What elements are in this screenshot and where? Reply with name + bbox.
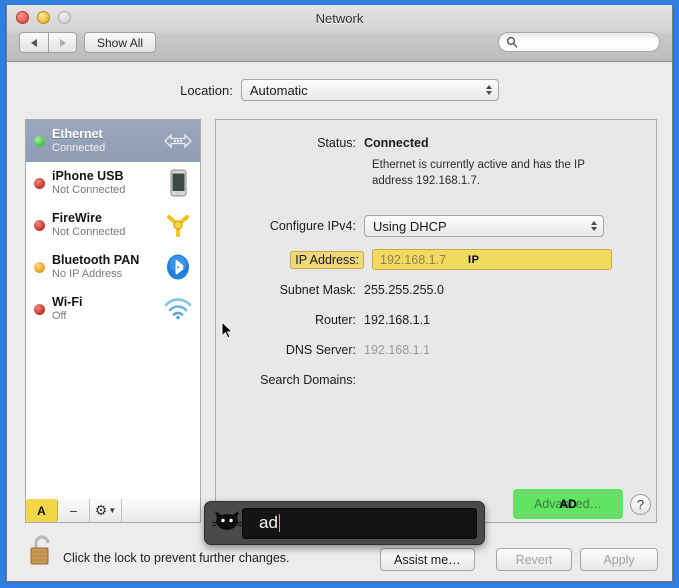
location-selected-value: Automatic [249,82,308,98]
status-dot-ethernet [34,135,45,147]
interface-list-toolbar: A − ⚙ ▼ [25,499,201,523]
gear-icon[interactable]: ⚙ ▼ [90,499,122,522]
chevron-left-icon [31,38,37,47]
router-label: Router: [315,313,356,327]
shortcat-hint-advanced: AD [559,497,577,511]
cat-icon [211,509,243,538]
network-preferences-window: Network Show All Location: Automatic Eth… [6,4,673,582]
status-dot-firewire [34,219,45,231]
revert-button[interactable]: Revert [496,548,572,571]
wifi-icon [163,294,193,324]
show-all-button[interactable]: Show All [84,32,157,53]
iphone-icon [163,168,193,198]
ip-address-label-wrap: IP Address: [216,250,364,269]
apply-button[interactable]: Apply [580,548,658,571]
status-label: Status: [317,136,356,150]
configure-ipv4-label: Configure IPv4: [269,219,356,233]
interface-status: Not Connected [52,183,126,196]
search-field[interactable] [498,32,660,52]
lock-icon[interactable] [27,533,57,567]
lock-message: Click the lock to prevent further change… [63,551,290,565]
router-value: 192.168.1.1 [364,313,431,327]
interface-name: Wi-Fi [52,295,83,310]
stepper-arrows-icon [485,85,492,95]
advanced-button-highlight: Advanced… AD [513,489,623,519]
navigation-buttons [19,32,77,53]
mouse-cursor [221,320,234,345]
status-dot-wi-fi [34,303,45,315]
search-icon [506,36,518,48]
ip-address-label: IP Address: [290,250,364,269]
interface-list[interactable]: Ethernet Connected iPhone USB Not Connec… [25,119,201,510]
interface-name: Ethernet [52,127,103,142]
ip-address-row: IP Address: 192.168.1.7 IP [216,249,612,270]
shortcat-input-wrap[interactable]: ad [242,507,477,539]
forward-button[interactable] [48,32,77,53]
subnet-mask-value: 255.255.255.0 [364,283,444,297]
interface-name: FireWire [52,211,102,226]
interface-name: Bluetooth PAN [52,253,140,268]
location-row: Location: Automatic [7,79,672,101]
configure-ipv4-popup-button[interactable]: Using DHCP [364,215,604,237]
ethernet-icon [163,126,193,156]
location-label: Location: [180,82,233,98]
sidebar-item-ethernet[interactable]: Ethernet Connected [26,120,200,162]
ip-address-value: 192.168.1.7 [380,252,447,267]
sidebar-item-firewire[interactable]: FireWire Not Connected [26,204,200,246]
interface-name: iPhone USB [52,169,124,184]
subnet-mask-row: Subnet Mask: 255.255.255.0 [216,283,444,297]
sidebar-item-iphone-usb[interactable]: iPhone USB Not Connected [26,162,200,204]
configure-ipv4-value: Using DHCP [373,218,447,234]
subnet-mask-label: Subnet Mask: [279,283,356,297]
bluetooth-icon [163,252,193,282]
window-titlebar: Network Show All [7,5,672,62]
window-title: Network [315,11,364,26]
advanced-button[interactable]: Advanced… AD [517,493,619,515]
shortcat-query-input[interactable]: ad [259,513,281,533]
chevron-right-icon [59,38,66,47]
interface-status: Not Connected [52,225,126,238]
interface-status: Off [52,309,67,322]
stepper-arrows-icon [591,221,597,231]
add-interface-button[interactable]: A [26,499,58,522]
status-row: Status: Connected [216,136,429,150]
configure-ipv4-row: Configure IPv4: Using DHCP [216,215,604,237]
interface-detail-panel: Status: Connected Ethernet is currently … [215,119,657,523]
help-button[interactable]: ? [630,494,651,515]
dns-server-label: DNS Server: [285,343,356,357]
search-domains-label: Search Domains: [260,373,356,387]
back-button[interactable] [19,32,48,53]
remove-interface-button[interactable]: − [58,499,90,522]
interface-status: Connected [52,141,106,154]
sidebar-item-bluetooth-pan[interactable]: Bluetooth PAN No IP Address [26,246,200,288]
interface-status: No IP Address [52,267,123,280]
ip-address-field[interactable]: 192.168.1.7 IP [372,249,612,270]
firewire-icon [163,210,193,240]
status-value: Connected [364,136,429,150]
shortcat-hint-ip: IP [468,253,480,266]
status-dot-bluetooth-pan [34,261,45,273]
sidebar-item-wi-fi[interactable]: Wi-Fi Off [26,288,200,330]
dns-server-row: DNS Server: 192.168.1.1 [216,343,430,357]
dns-server-value: 192.168.1.1 [364,343,431,357]
search-domains-row: Search Domains: [216,373,364,387]
location-popup-button[interactable]: Automatic [240,79,499,101]
shortcat-overlay[interactable]: ad [204,501,485,545]
status-description: Ethernet is currently active and has the… [372,159,585,187]
text-caret [278,514,281,532]
assist-me-button[interactable]: Assist me… [380,548,475,571]
status-dot-iphone-usb [34,177,45,189]
router-row: Router: 192.168.1.1 [216,313,430,327]
